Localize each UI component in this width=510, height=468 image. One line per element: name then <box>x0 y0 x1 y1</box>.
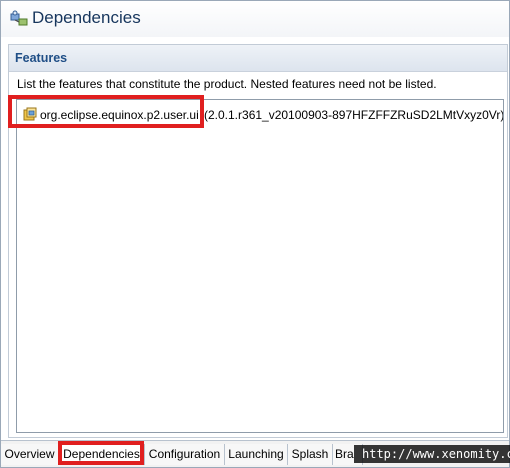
features-list[interactable]: org.eclipse.equinox.p2.user.ui (2.0.1.r3… <box>16 99 504 433</box>
features-section-description: List the features that constitute the pr… <box>17 77 437 91</box>
editor-title: Dependencies <box>32 8 141 27</box>
features-section-header[interactable]: Features <box>9 45 507 72</box>
feature-version: (2.0.1.r361_v20100903-897HFZFFZRuSD2LMtV… <box>204 108 504 122</box>
tab-highlight-box <box>58 441 144 465</box>
tab-configuration[interactable]: Configuration <box>145 444 225 465</box>
tab-overview[interactable]: Overview <box>1 444 59 465</box>
editor-header: Dependencies <box>1 1 509 37</box>
tab-launching[interactable]: Launching <box>225 444 288 465</box>
watermark-text: http://www.xenomity.com <box>354 445 510 463</box>
features-section-title: Features <box>15 51 68 65</box>
tab-splash[interactable]: Splash <box>288 444 333 465</box>
feature-highlight-box <box>8 95 204 128</box>
plugin-dependencies-icon <box>10 10 28 26</box>
